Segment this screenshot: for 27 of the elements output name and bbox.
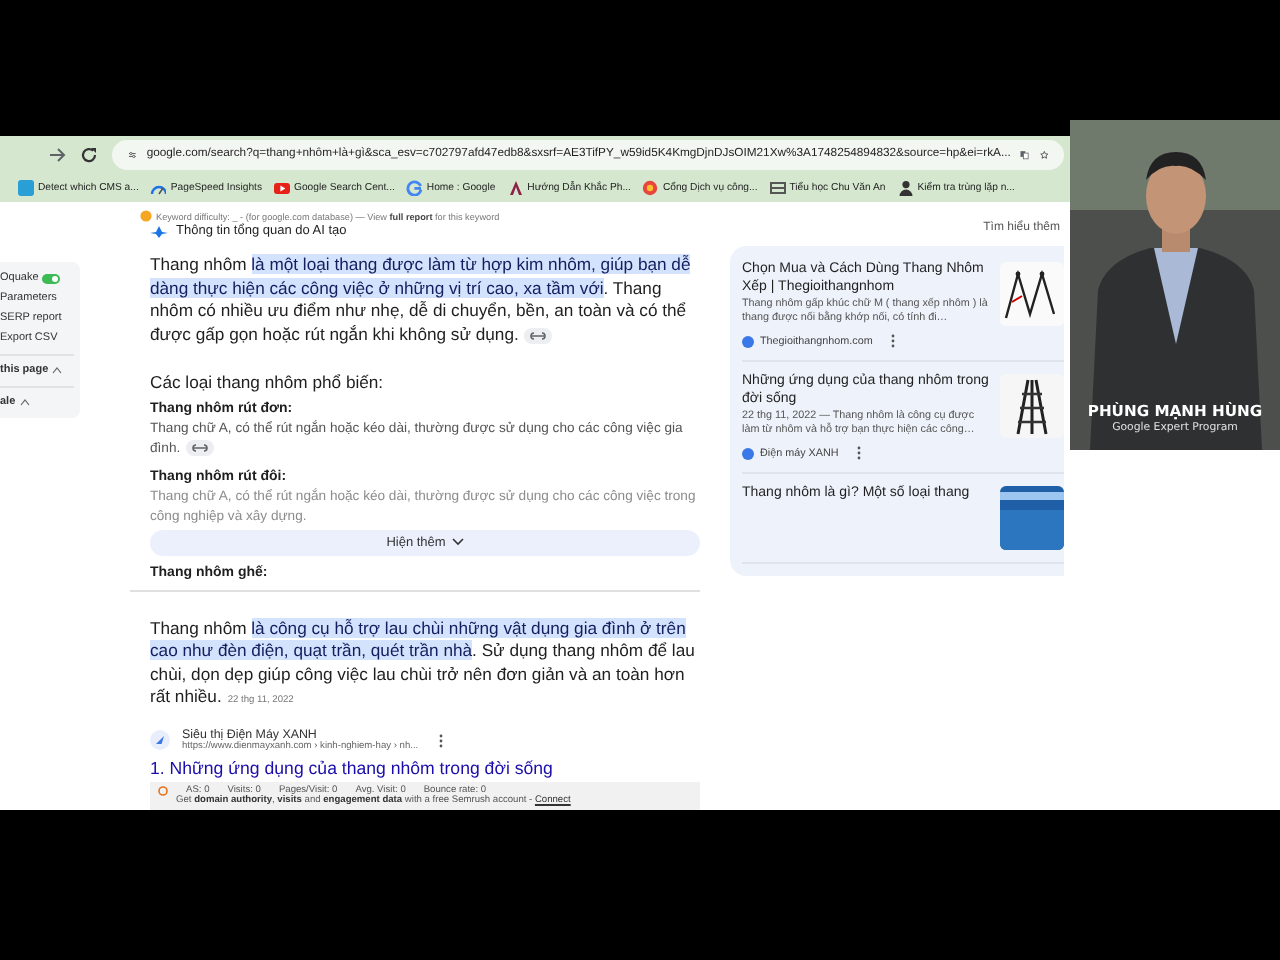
- reload-icon: [80, 145, 98, 164]
- more-icon: [856, 446, 863, 461]
- square-icon: [18, 179, 34, 196]
- chevron-down-icon: [451, 538, 464, 547]
- site-logo-icon: [150, 730, 170, 750]
- play-icon: [274, 179, 290, 196]
- toggle-switch[interactable]: [42, 273, 61, 284]
- grid-icon: [769, 179, 786, 196]
- translate-icon: [1020, 145, 1030, 164]
- semrush-icon: [140, 210, 152, 223]
- link-icon[interactable]: [524, 327, 553, 344]
- result-title-link[interactable]: 1. Những ứng dụng của thang nhôm trong đời sống: [150, 758, 700, 778]
- dot-icon: [642, 179, 659, 196]
- forward-icon: [48, 145, 66, 164]
- site-logo-icon: [742, 447, 754, 460]
- a-letter-icon: [507, 179, 524, 196]
- more-icon: [438, 733, 445, 747]
- g-letter-icon: [406, 179, 423, 196]
- person-icon: [897, 179, 914, 196]
- star-icon: [1039, 145, 1048, 164]
- circle-icon: [158, 786, 168, 796]
- sparkle-icon: [150, 225, 168, 238]
- more-icon: [890, 334, 897, 349]
- link-icon[interactable]: [186, 439, 215, 456]
- site-logo-icon: [742, 335, 754, 348]
- section-heading: Các loại thang nhôm phổ biến:: [150, 371, 386, 392]
- overview-paragraph: Thang nhôm là một loại thang được làm từ hợp kim nhôm, giúp bạn dễ dàng thực hiện các công việc ở những vị trí cao, xa tầm với. Thang nhôm có nhiều ưu điểm như nhẹ, dễ di chuyển, bền, an toàn và có thể được gấp gọn hoặc rút ngắn khi không sử dụng.: [150, 254, 693, 348]
